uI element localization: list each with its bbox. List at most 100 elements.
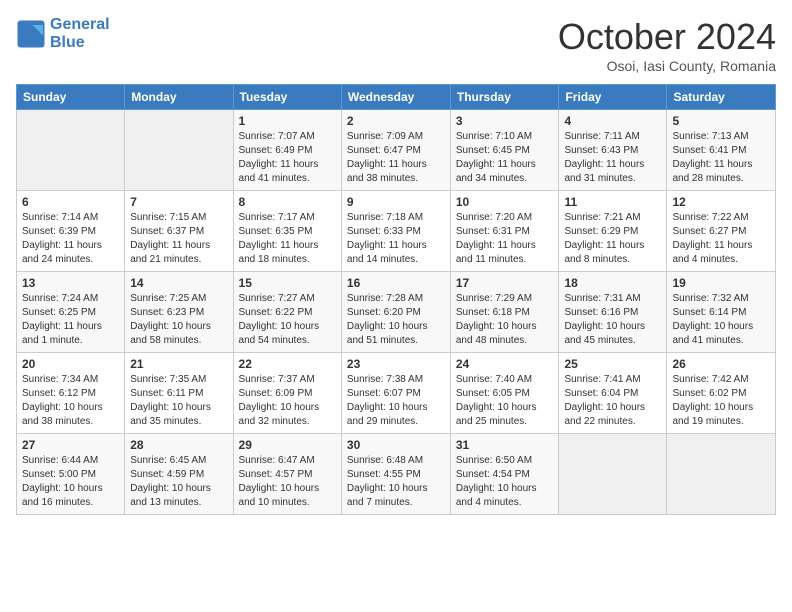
- day-info: Sunrise: 6:48 AM Sunset: 4:55 PM Dayligh…: [347, 454, 445, 510]
- location: Osoi, Iasi County, Romania: [558, 58, 776, 74]
- day-info: Sunrise: 6:45 AM Sunset: 4:59 PM Dayligh…: [130, 454, 227, 510]
- day-number: 27: [22, 438, 119, 452]
- day-info: Sunrise: 7:09 AM Sunset: 6:47 PM Dayligh…: [347, 130, 445, 186]
- day-number: 15: [239, 276, 336, 290]
- calendar-cell: 12Sunrise: 7:22 AM Sunset: 6:27 PM Dayli…: [667, 191, 776, 272]
- day-info: Sunrise: 7:07 AM Sunset: 6:49 PM Dayligh…: [239, 130, 336, 186]
- day-number: 21: [130, 357, 227, 371]
- calendar-cell: [667, 434, 776, 515]
- calendar-cell: 25Sunrise: 7:41 AM Sunset: 6:04 PM Dayli…: [559, 353, 667, 434]
- calendar-cell: 7 Sunrise: 7:15 AM Sunset: 6:37 PM Daylig…: [125, 191, 233, 272]
- day-info: Sunrise: 7:41 AM Sunset: 6:04 PM Dayligh…: [564, 373, 661, 429]
- weekday-header-saturday: Saturday: [667, 85, 776, 110]
- day-number: 30: [347, 438, 445, 452]
- weekday-header-tuesday: Tuesday: [233, 85, 341, 110]
- calendar-cell: [559, 434, 667, 515]
- calendar-cell: 5 Sunrise: 7:13 AM Sunset: 6:41 PM Daylig…: [667, 110, 776, 191]
- day-number: 22: [239, 357, 336, 371]
- day-number: 31: [456, 438, 554, 452]
- day-info: Sunrise: 7:15 AM Sunset: 6:37 PM Dayligh…: [130, 211, 227, 267]
- week-row-3: 20Sunrise: 7:34 AM Sunset: 6:12 PM Dayli…: [17, 353, 776, 434]
- day-info: Sunrise: 7:31 AM Sunset: 6:16 PM Dayligh…: [564, 292, 661, 348]
- calendar-cell: 18Sunrise: 7:31 AM Sunset: 6:16 PM Dayli…: [559, 272, 667, 353]
- weekday-header-row: SundayMondayTuesdayWednesdayThursdayFrid…: [17, 85, 776, 110]
- day-info: Sunrise: 7:13 AM Sunset: 6:41 PM Dayligh…: [672, 130, 770, 186]
- day-info: Sunrise: 6:47 AM Sunset: 4:57 PM Dayligh…: [239, 454, 336, 510]
- day-info: Sunrise: 7:24 AM Sunset: 6:25 PM Dayligh…: [22, 292, 119, 348]
- day-number: 13: [22, 276, 119, 290]
- day-number: 10: [456, 195, 554, 209]
- logo-icon: [16, 19, 46, 49]
- day-info: Sunrise: 7:25 AM Sunset: 6:23 PM Dayligh…: [130, 292, 227, 348]
- month-title: October 2024: [558, 16, 776, 58]
- day-info: Sunrise: 7:10 AM Sunset: 6:45 PM Dayligh…: [456, 130, 554, 186]
- day-number: 17: [456, 276, 554, 290]
- day-info: Sunrise: 7:38 AM Sunset: 6:07 PM Dayligh…: [347, 373, 445, 429]
- day-number: 2: [347, 114, 445, 128]
- day-number: 24: [456, 357, 554, 371]
- calendar-cell: 24 Sunrise: 7:40 AM Sunset: 6:05 PM Dayli…: [450, 353, 559, 434]
- weekday-header-wednesday: Wednesday: [341, 85, 450, 110]
- day-info: Sunrise: 7:27 AM Sunset: 6:22 PM Dayligh…: [239, 292, 336, 348]
- calendar-cell: 21Sunrise: 7:35 AM Sunset: 6:11 PM Dayli…: [125, 353, 233, 434]
- day-number: 4: [564, 114, 661, 128]
- day-info: Sunrise: 7:37 AM Sunset: 6:09 PM Dayligh…: [239, 373, 336, 429]
- day-number: 23: [347, 357, 445, 371]
- calendar-cell: 6 Sunrise: 7:14 AM Sunset: 6:39 PM Daylig…: [17, 191, 125, 272]
- calendar-cell: 16Sunrise: 7:28 AM Sunset: 6:20 PM Dayli…: [341, 272, 450, 353]
- day-number: 19: [672, 276, 770, 290]
- calendar-cell: 27 Sunrise: 6:44 AM Sunset: 5:00 PM Dayli…: [17, 434, 125, 515]
- calendar-table: SundayMondayTuesdayWednesdayThursdayFrid…: [16, 84, 776, 515]
- weekday-header-friday: Friday: [559, 85, 667, 110]
- day-number: 11: [564, 195, 661, 209]
- day-info: Sunrise: 7:17 AM Sunset: 6:35 PM Dayligh…: [239, 211, 336, 267]
- day-number: 16: [347, 276, 445, 290]
- calendar-cell: 28 Sunrise: 6:45 AM Sunset: 4:59 PM Dayli…: [125, 434, 233, 515]
- day-info: Sunrise: 7:40 AM Sunset: 6:05 PM Dayligh…: [456, 373, 554, 429]
- day-info: Sunrise: 7:42 AM Sunset: 6:02 PM Dayligh…: [672, 373, 770, 429]
- calendar-cell: 30 Sunrise: 6:48 AM Sunset: 4:55 PM Dayli…: [341, 434, 450, 515]
- day-info: Sunrise: 6:44 AM Sunset: 5:00 PM Dayligh…: [22, 454, 119, 510]
- day-info: Sunrise: 7:20 AM Sunset: 6:31 PM Dayligh…: [456, 211, 554, 267]
- day-info: Sunrise: 7:14 AM Sunset: 6:39 PM Dayligh…: [22, 211, 119, 267]
- week-row-1: 6 Sunrise: 7:14 AM Sunset: 6:39 PM Daylig…: [17, 191, 776, 272]
- calendar-cell: 11 Sunrise: 7:21 AM Sunset: 6:29 PM Dayli…: [559, 191, 667, 272]
- day-number: 3: [456, 114, 554, 128]
- calendar-cell: 13 Sunrise: 7:24 AM Sunset: 6:25 PM Dayli…: [17, 272, 125, 353]
- week-row-2: 13 Sunrise: 7:24 AM Sunset: 6:25 PM Dayli…: [17, 272, 776, 353]
- day-info: Sunrise: 7:18 AM Sunset: 6:33 PM Dayligh…: [347, 211, 445, 267]
- calendar-cell: 29 Sunrise: 6:47 AM Sunset: 4:57 PM Dayli…: [233, 434, 341, 515]
- calendar-cell: 14Sunrise: 7:25 AM Sunset: 6:23 PM Dayli…: [125, 272, 233, 353]
- calendar-cell: 10 Sunrise: 7:20 AM Sunset: 6:31 PM Dayli…: [450, 191, 559, 272]
- day-number: 8: [239, 195, 336, 209]
- calendar-cell: [125, 110, 233, 191]
- day-number: 28: [130, 438, 227, 452]
- day-number: 7: [130, 195, 227, 209]
- calendar-cell: 22 Sunrise: 7:37 AM Sunset: 6:09 PM Dayli…: [233, 353, 341, 434]
- day-number: 9: [347, 195, 445, 209]
- calendar-cell: [17, 110, 125, 191]
- logo-text: General Blue: [50, 16, 110, 52]
- day-info: Sunrise: 7:29 AM Sunset: 6:18 PM Dayligh…: [456, 292, 554, 348]
- calendar-cell: 8 Sunrise: 7:17 AM Sunset: 6:35 PM Daylig…: [233, 191, 341, 272]
- day-info: Sunrise: 6:50 AM Sunset: 4:54 PM Dayligh…: [456, 454, 554, 510]
- day-info: Sunrise: 7:32 AM Sunset: 6:14 PM Dayligh…: [672, 292, 770, 348]
- calendar-cell: 1Sunrise: 7:07 AM Sunset: 6:49 PM Daylig…: [233, 110, 341, 191]
- day-number: 26: [672, 357, 770, 371]
- logo: General Blue: [16, 16, 110, 52]
- day-number: 5: [672, 114, 770, 128]
- week-row-4: 27 Sunrise: 6:44 AM Sunset: 5:00 PM Dayli…: [17, 434, 776, 515]
- calendar-cell: 2 Sunrise: 7:09 AM Sunset: 6:47 PM Daylig…: [341, 110, 450, 191]
- day-number: 6: [22, 195, 119, 209]
- calendar-cell: 31 Sunrise: 6:50 AM Sunset: 4:54 PM Dayli…: [450, 434, 559, 515]
- day-info: Sunrise: 7:22 AM Sunset: 6:27 PM Dayligh…: [672, 211, 770, 267]
- day-info: Sunrise: 7:21 AM Sunset: 6:29 PM Dayligh…: [564, 211, 661, 267]
- week-row-0: 1Sunrise: 7:07 AM Sunset: 6:49 PM Daylig…: [17, 110, 776, 191]
- calendar-cell: 3 Sunrise: 7:10 AM Sunset: 6:45 PM Daylig…: [450, 110, 559, 191]
- day-number: 20: [22, 357, 119, 371]
- calendar-cell: 23 Sunrise: 7:38 AM Sunset: 6:07 PM Dayli…: [341, 353, 450, 434]
- calendar-cell: 9 Sunrise: 7:18 AM Sunset: 6:33 PM Daylig…: [341, 191, 450, 272]
- calendar-cell: 26 Sunrise: 7:42 AM Sunset: 6:02 PM Dayli…: [667, 353, 776, 434]
- weekday-header-thursday: Thursday: [450, 85, 559, 110]
- day-number: 29: [239, 438, 336, 452]
